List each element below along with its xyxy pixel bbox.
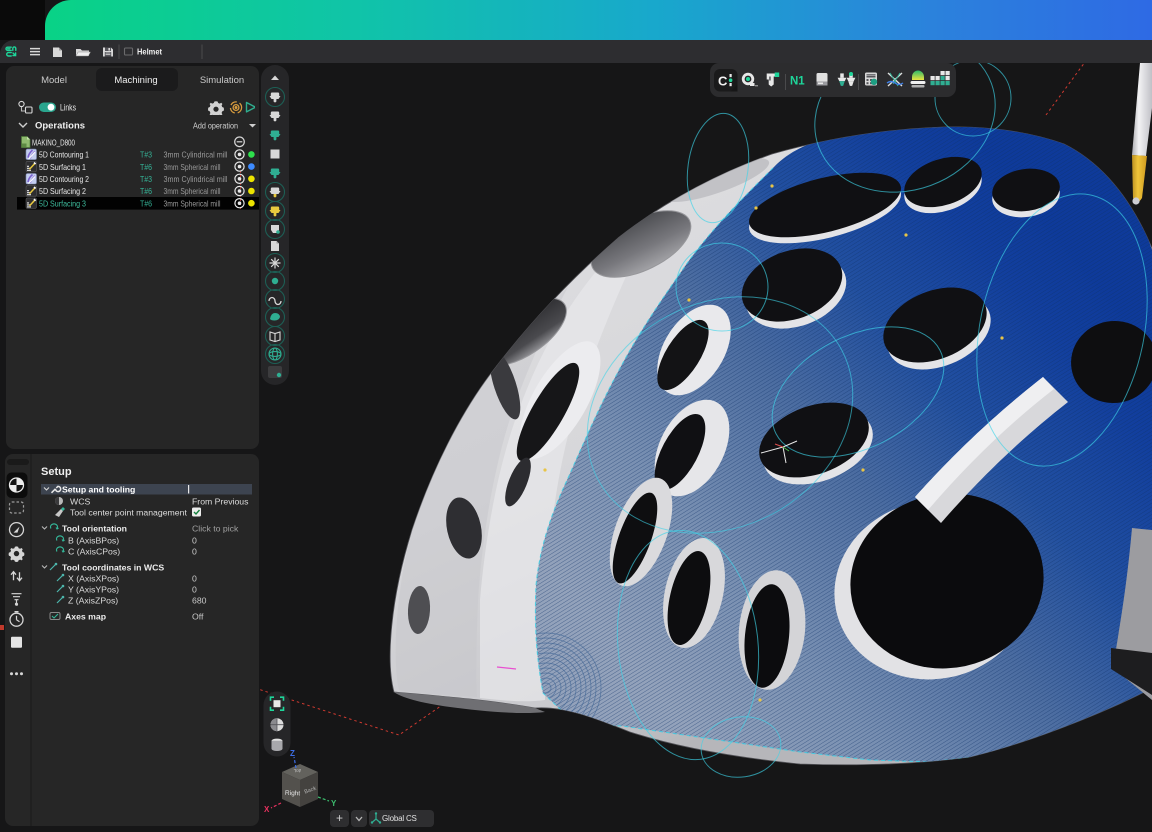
svg-text:3mm Spherical mill: 3mm Spherical mill xyxy=(164,198,221,208)
svg-text:5D Surfacing 2: 5D Surfacing 2 xyxy=(39,186,86,196)
svg-text:3mm Spherical mill: 3mm Spherical mill xyxy=(164,186,221,196)
svg-text:MAKINO_D800: MAKINO_D800 xyxy=(32,138,75,148)
svg-text:Setup: Setup xyxy=(41,466,72,478)
svg-text:Axes map: Axes map xyxy=(65,612,106,622)
svg-text:B (AxisBPos): B (AxisBPos) xyxy=(68,536,119,546)
svg-text:0: 0 xyxy=(192,536,197,546)
svg-text:X: X xyxy=(264,805,270,814)
svg-text:5D Contouring 2: 5D Contouring 2 xyxy=(39,174,89,184)
svg-text:5D Surfacing 3: 5D Surfacing 3 xyxy=(39,198,86,208)
svg-text:0: 0 xyxy=(192,574,197,584)
svg-text:Add operation: Add operation xyxy=(193,121,238,131)
svg-text:5D Contouring 1: 5D Contouring 1 xyxy=(39,150,89,160)
svg-text:3mm Cylindrical mill: 3mm Cylindrical mill xyxy=(164,174,228,184)
svg-text:Links: Links xyxy=(60,103,76,113)
svg-text:T#6: T#6 xyxy=(140,186,152,196)
svg-text:T#3: T#3 xyxy=(140,150,152,160)
svg-text:Helmet: Helmet xyxy=(137,47,162,57)
svg-text:Operations: Operations xyxy=(35,121,85,132)
svg-text:T#6: T#6 xyxy=(140,162,152,172)
svg-text:N1: N1 xyxy=(790,76,805,88)
svg-text:From Previous: From Previous xyxy=(192,497,249,507)
svg-text:0: 0 xyxy=(192,547,197,557)
svg-text:WCS: WCS xyxy=(70,497,90,507)
svg-text:3mm Cylindrical mill: 3mm Cylindrical mill xyxy=(164,150,228,160)
svg-text:0: 0 xyxy=(192,585,197,595)
svg-text:C (AxisCPos): C (AxisCPos) xyxy=(68,547,120,557)
svg-text:Click to pick: Click to pick xyxy=(192,524,239,534)
svg-text:Right: Right xyxy=(285,790,301,798)
svg-text:Tool orientation: Tool orientation xyxy=(62,524,127,534)
svg-text:X (AxisXPos): X (AxisXPos) xyxy=(68,574,119,584)
svg-text:T#3: T#3 xyxy=(140,174,152,184)
svg-text:5D Surfacing 1: 5D Surfacing 1 xyxy=(39,162,86,172)
svg-text:Off: Off xyxy=(192,612,204,622)
svg-text:Tool coordinates in WCS: Tool coordinates in WCS xyxy=(62,563,164,573)
svg-text:3mm Spherical mill: 3mm Spherical mill xyxy=(164,162,221,172)
svg-text:Setup and tooling: Setup and tooling xyxy=(62,485,135,495)
svg-text:Y: Y xyxy=(331,799,337,808)
svg-text:Tool center point management: Tool center point management xyxy=(70,508,187,518)
svg-text:680: 680 xyxy=(192,596,207,606)
svg-text:Y (AxisYPos): Y (AxisYPos) xyxy=(68,585,119,595)
svg-text:T#6: T#6 xyxy=(140,198,152,208)
svg-text:Z (AxisZPos): Z (AxisZPos) xyxy=(68,596,118,606)
svg-text:C: C xyxy=(718,74,728,89)
